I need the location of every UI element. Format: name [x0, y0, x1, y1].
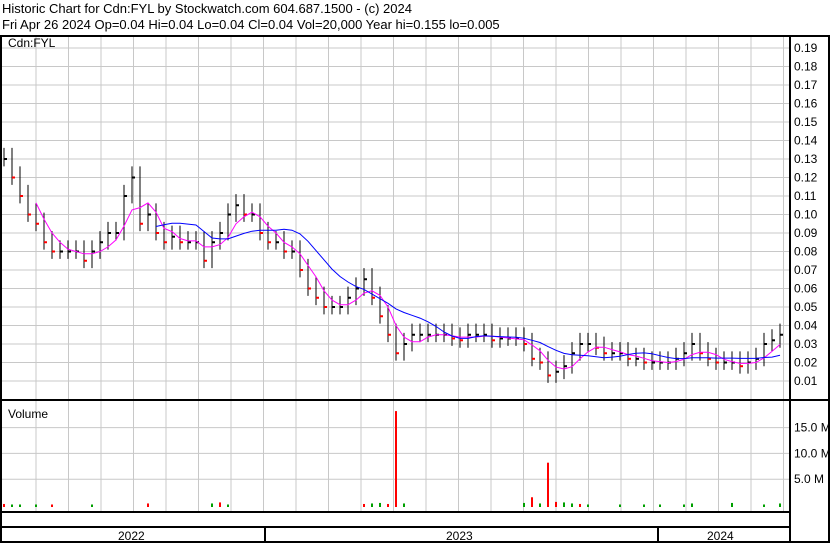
price-tick-label: 0.17 — [794, 78, 818, 92]
price-tick-label: 0.05 — [794, 300, 818, 314]
volume-bar — [731, 502, 733, 507]
volume-bar — [387, 503, 389, 507]
volume-bar — [539, 503, 541, 507]
price-tick-label: 0.09 — [794, 226, 818, 240]
price-tick-label: 0.18 — [794, 60, 818, 74]
year-label-2024: 2024 — [707, 529, 734, 543]
price-tick-label: 0.19 — [794, 41, 818, 55]
price-tick-label: 0.12 — [794, 171, 818, 185]
volume-bar — [531, 497, 533, 507]
year-label-2022: 2022 — [118, 529, 145, 543]
volume-bar — [371, 503, 373, 507]
price-tick-label: 0.06 — [794, 282, 818, 296]
volume-bar — [395, 411, 397, 507]
volume-bar — [3, 503, 5, 507]
volume-bar — [659, 504, 661, 507]
volume-bar — [35, 504, 37, 507]
price-tick-label: 0.16 — [794, 97, 818, 111]
symbol-label: Cdn:FYL — [8, 36, 56, 50]
volume-tick-label: 15.0 M — [794, 421, 830, 435]
volume-bar — [91, 504, 93, 507]
price-tick-label: 0.14 — [794, 134, 818, 148]
price-tick-label: 0.08 — [794, 245, 818, 259]
volume-bar — [691, 503, 693, 507]
price-tick-label: 0.02 — [794, 356, 818, 370]
volume-bar — [555, 501, 557, 507]
volume-bar — [571, 503, 573, 507]
volume-tick-label: 10.0 M — [794, 446, 830, 460]
price-tick-label: 0.15 — [794, 115, 818, 129]
volume-bar — [211, 503, 213, 507]
volume-bar — [683, 504, 685, 507]
volume-bar — [379, 502, 381, 507]
year-label-2023: 2023 — [446, 529, 473, 543]
stock-chart: Cdn:FYL Volume 0.19 0.18 0.17 0.16 0.15 0.14 0… — [0, 35, 830, 543]
volume-bar — [619, 504, 621, 507]
volume-tick-label: 5.0 M — [794, 472, 824, 486]
volume-bar — [147, 503, 149, 507]
volume-bar — [19, 504, 21, 507]
price-tick-label: 0.01 — [794, 374, 818, 388]
volume-bar — [363, 503, 365, 507]
price-tick-label: 0.03 — [794, 337, 818, 351]
volume-bar — [547, 462, 549, 507]
volume-bar — [51, 504, 53, 507]
volume-bar — [403, 503, 405, 507]
price-tick-label: 0.13 — [794, 152, 818, 166]
price-tick-label: 0.04 — [794, 319, 818, 333]
volume-bar — [563, 502, 565, 507]
volume-bar — [219, 502, 221, 507]
price-tick-label: 0.07 — [794, 263, 818, 277]
volume-label: Volume — [8, 407, 48, 421]
price-tick-label: 0.10 — [794, 208, 818, 222]
volume-bar — [643, 504, 645, 507]
volume-bar — [579, 503, 581, 507]
volume-bar — [11, 504, 13, 507]
volume-bar — [763, 504, 765, 507]
volume-bar — [779, 503, 781, 507]
volume-bar — [523, 502, 525, 507]
price-tick-label: 0.11 — [794, 189, 817, 203]
chart-window: Historic Chart for Cdn:FYL by Stockwatch… — [0, 0, 830, 543]
volume-bar — [587, 504, 589, 507]
volume-bar — [227, 504, 229, 507]
